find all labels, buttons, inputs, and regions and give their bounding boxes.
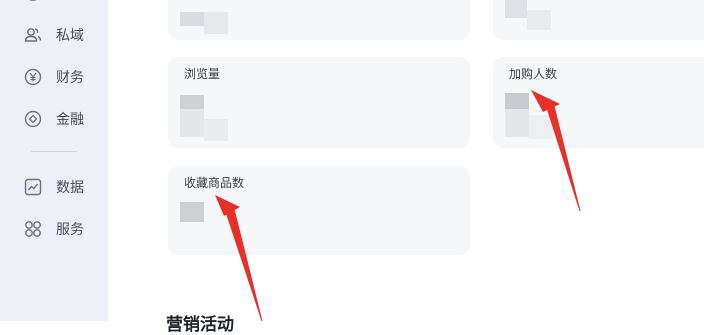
sidebar-item-banking[interactable]: 金融 [24, 108, 84, 130]
metric-card-top-left [168, 0, 470, 40]
sidebar-item-label: 金融 [56, 112, 84, 128]
metric-label: 浏览量 [184, 67, 221, 81]
sidebar-item-label: 私域 [56, 28, 84, 44]
diamond-icon [24, 110, 42, 128]
masked-value [505, 93, 529, 109]
masked-value [505, 0, 527, 18]
metric-card-add-to-cart: 加购人数 [493, 57, 704, 148]
metric-label: 收藏商品数 [184, 176, 245, 190]
metric-label: 加购人数 [509, 67, 558, 81]
yuan-icon [24, 68, 42, 86]
main-content [108, 0, 704, 321]
sidebar-item-private-domain[interactable]: 私域 [24, 24, 84, 46]
sidebar-item-finance[interactable]: 财务 [24, 66, 84, 88]
sidebar: 私域 财务 金融 数据 服务 [0, 0, 109, 321]
sidebar-item-label: 服务 [56, 222, 84, 238]
chart-icon [24, 178, 42, 196]
masked-value [204, 12, 228, 34]
metric-card-top-right [493, 0, 704, 40]
metric-card-browse: 浏览量 [168, 57, 470, 148]
masked-value [204, 119, 228, 141]
sidebar-item-data[interactable]: 数据 [24, 176, 84, 198]
masked-value [527, 10, 551, 30]
sidebar-item-label: 财务 [56, 70, 84, 86]
masked-value [180, 109, 204, 137]
grid-icon [25, 221, 41, 237]
sidebar-item-label: 数据 [56, 180, 84, 196]
metric-card-favorites: 收藏商品数 [168, 166, 470, 255]
masked-value [180, 12, 204, 26]
masked-value [505, 109, 529, 137]
sidebar-item-service[interactable]: 服务 [24, 218, 84, 240]
sidebar-divider [31, 151, 77, 152]
nav-icon-partial [29, 0, 37, 1]
users-icon [24, 28, 42, 42]
masked-value [529, 115, 553, 139]
masked-value [180, 202, 204, 222]
masked-value [180, 95, 204, 109]
section-title: 营销活动 [166, 315, 234, 335]
